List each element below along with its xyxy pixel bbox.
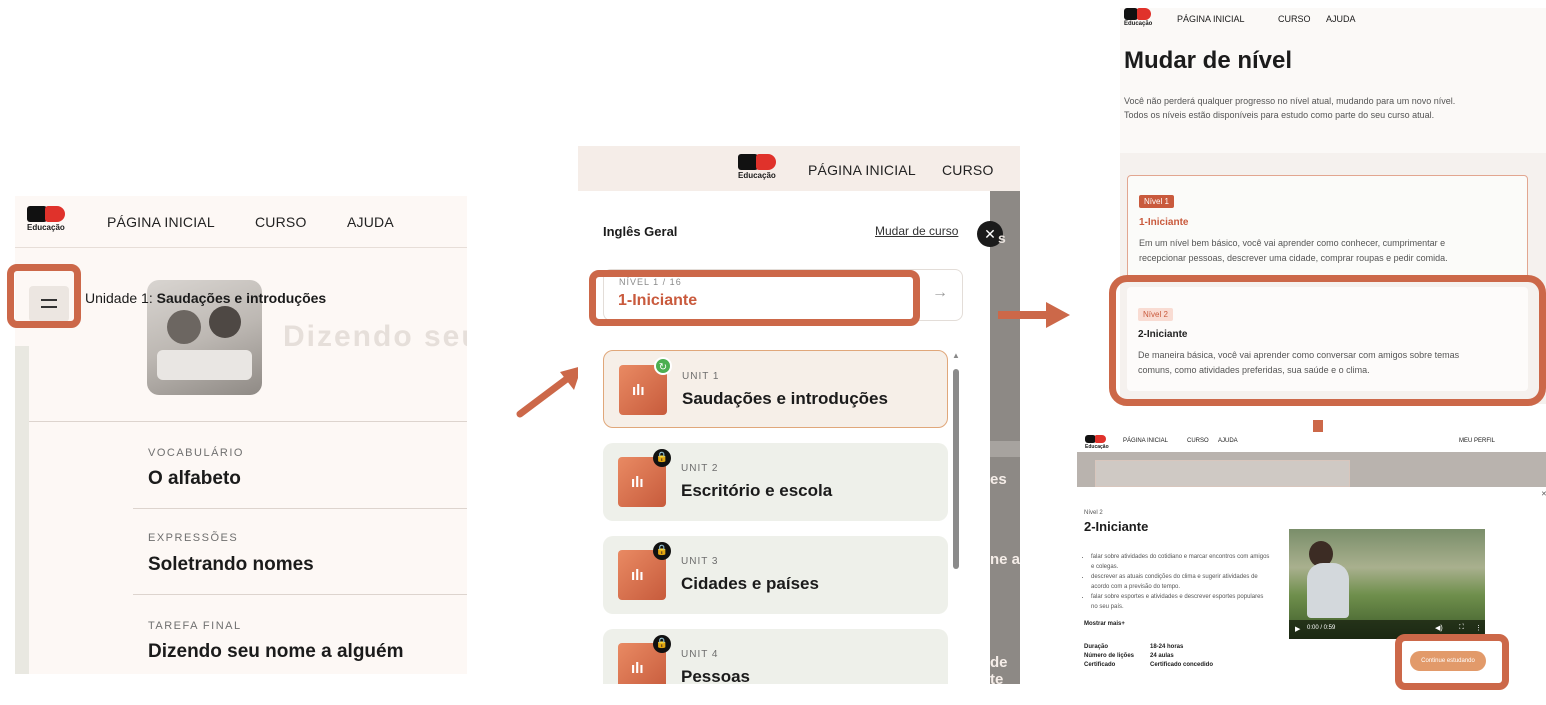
unit-card[interactable]: ılı 🔒 UNIT 3 Cidades e países (603, 536, 948, 614)
video-time: 0:00 / 0:59 (1307, 625, 1336, 631)
divider (133, 508, 467, 509)
course-page-panel: Educação PÁGINA INICIAL CURSO AJUDA Dize… (15, 196, 467, 674)
objective-item: falar sobre atividades do cotidiano e ma… (1091, 552, 1271, 572)
nav-home[interactable]: PÁGINA INICIAL (808, 162, 916, 178)
unit-card[interactable]: ılı ↻ UNIT 1 Saudações e introduções (603, 350, 948, 428)
objective-item: falar sobre esportes e atividades e desc… (1091, 592, 1271, 612)
unit-card[interactable]: ılı 🔒 UNIT 4 Pessoas (603, 629, 948, 684)
nav-help[interactable]: AJUDA (1218, 438, 1238, 444)
nav-course[interactable]: CURSO (255, 214, 307, 230)
nav-course[interactable]: CURSO (942, 162, 994, 178)
lock-icon: 🔒 (653, 542, 671, 560)
highlight-level-2 (1109, 275, 1546, 406)
highlight-continue-button (1395, 634, 1509, 690)
level-card[interactable]: Nível 1 1-Iniciante Em um nível bem bási… (1127, 175, 1528, 279)
course-menu-panel: Educação PÁGINA INICIAL CURSO Inglês Ger… (578, 146, 1020, 684)
nav-help[interactable]: AJUDA (1326, 14, 1356, 24)
nav-home[interactable]: PÁGINA INICIAL (107, 214, 215, 230)
level-description: Em um nível bem básico, você vai aprende… (1139, 238, 1446, 248)
header: Educação PÁGINA INICIAL CURSO AJUDA (15, 196, 467, 248)
unit-label: UNIT 1 (682, 371, 720, 382)
left-gutter (15, 346, 29, 674)
unit-label: UNIT 4 (681, 649, 719, 660)
level-description: recepcionar pessoas, descrever uma cidad… (1139, 253, 1448, 263)
lesson-title[interactable]: Dizendo seu nome a alguém (148, 641, 404, 663)
fullscreen-icon[interactable]: ⛶ (1459, 624, 1464, 632)
hero-title-faded: Dizendo seu (283, 320, 467, 353)
background-text: s (998, 230, 1006, 246)
nav-home[interactable]: PÁGINA INICIAL (1123, 438, 1168, 444)
sp-educacao-logo[interactable]: Educação (738, 154, 782, 184)
progress-icon: ↻ (654, 357, 672, 375)
scrollbar-thumb[interactable] (953, 369, 959, 569)
highlight-level-selector (589, 270, 920, 326)
divider (29, 421, 467, 422)
page-description: Todos os níveis estão disponíveis para e… (1124, 110, 1435, 120)
level-objectives: falar sobre atividades do cotidiano e ma… (1091, 552, 1271, 612)
background-text: ne a (990, 551, 1020, 568)
divider (133, 594, 467, 595)
arrow-annotation (998, 302, 1070, 328)
unit-title: Cidades e países (681, 574, 819, 593)
details-keys: Duração Número de lições Certificado (1084, 644, 1135, 668)
level-name: 1-Iniciante (1139, 217, 1189, 228)
unit-name: Saudações e introduções (156, 290, 327, 306)
change-course-link[interactable]: Mudar de curso (875, 224, 958, 238)
details-values: 18-24 horas 24 aulas Certificado concedi… (1150, 644, 1214, 668)
more-icon[interactable]: ⋮ (1475, 624, 1482, 632)
nav-profile[interactable]: MEU PERFIL (1459, 438, 1495, 444)
nav-help[interactable]: AJUDA (347, 214, 394, 230)
arrow-right-icon: → (932, 284, 948, 301)
unit-title: Pessoas (681, 667, 750, 684)
lesson-title[interactable]: O alfabeto (148, 468, 241, 490)
lock-icon: 🔒 (653, 449, 671, 467)
course-name: Inglês Geral (603, 224, 678, 239)
sp-educacao-logo[interactable]: Educação (1124, 8, 1168, 38)
lock-icon: 🔒 (653, 635, 671, 653)
level-tag: Nível 1 (1139, 195, 1174, 208)
unit-breadcrumb: Unidade 1: Saudações e introduções (85, 290, 326, 306)
show-more-link[interactable]: Mostrar mais+ (1084, 621, 1125, 627)
overlay-backdrop (990, 191, 1020, 684)
play-icon[interactable]: ▶ (1295, 625, 1300, 633)
level-title: 2-Iniciante (1084, 519, 1149, 534)
nav-course[interactable]: CURSO (1187, 438, 1209, 444)
unit-label: UNIT 2 (681, 463, 719, 474)
volume-icon[interactable]: ◀) (1435, 624, 1443, 632)
page-title: Mudar de nível (1124, 47, 1293, 74)
unit-title: Escritório e escola (681, 481, 833, 500)
unit-prefix: Unidade 1: (85, 290, 153, 306)
lesson-category: TAREFA FINAL (148, 620, 242, 632)
lesson-category: VOCABULÁRIO (148, 447, 244, 459)
background-text: es (990, 471, 1007, 488)
video-player[interactable]: ▶ 0:00 / 0:59 ◀) ⛶ ⋮ (1289, 529, 1485, 639)
nav-home[interactable]: PÁGINA INICIAL (1177, 14, 1245, 24)
overlay-backdrop (1077, 452, 1546, 487)
sp-educacao-logo[interactable]: Educação (27, 206, 71, 236)
page-description: Você não perderá qualquer progresso no n… (1124, 96, 1456, 106)
highlight-menu-button (7, 264, 81, 328)
objective-item: descrever as atuais condições do clima e… (1091, 572, 1271, 592)
close-icon[interactable]: ✕ (1541, 490, 1546, 498)
scroll-up-icon[interactable]: ▲ (952, 351, 960, 360)
lesson-title[interactable]: Soletrando nomes (148, 554, 314, 576)
background-text: de te (990, 654, 1008, 684)
course-drawer: Inglês Geral Mudar de curso NÍVEL 1 / 16… (578, 191, 990, 684)
unit-label: UNIT 3 (681, 556, 719, 567)
level-tag: Nível 2 (1084, 510, 1103, 516)
unit-title: Saudações e introduções (682, 389, 888, 408)
unit-card[interactable]: ılı 🔒 UNIT 2 Escritório e escola (603, 443, 948, 521)
lesson-category: EXPRESSÕES (148, 532, 239, 544)
nav-course[interactable]: CURSO (1278, 14, 1311, 24)
